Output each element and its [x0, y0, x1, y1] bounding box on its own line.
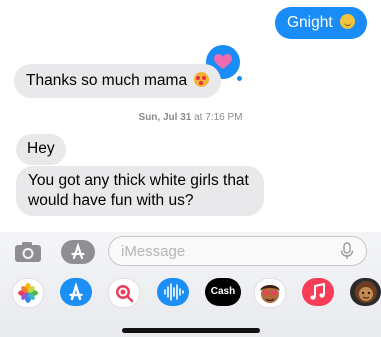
face-blowing-kiss-emoji-icon [194, 72, 210, 87]
message-timestamp: Sun, Jul 31 at 7:16 PM [0, 112, 381, 123]
message-bubble-incoming[interactable]: You got any thick white girls that would… [16, 166, 264, 216]
message-text: Thanks so much mama [26, 72, 188, 89]
message-bubble-incoming[interactable]: Hey [16, 134, 66, 165]
memoji-sticker-icon[interactable] [350, 278, 381, 306]
timestamp-time: at 7:16 PM [194, 112, 243, 123]
camera-icon[interactable] [12, 240, 44, 264]
home-indicator[interactable] [122, 328, 260, 333]
cash-text: Cash [210, 286, 236, 297]
apple-cash-icon[interactable]: Cash [205, 278, 241, 306]
message-input[interactable]: iMessage [108, 236, 367, 266]
image-search-icon[interactable] [108, 278, 140, 308]
app-store-icon[interactable] [60, 239, 96, 265]
microphone-icon[interactable] [340, 242, 354, 260]
timestamp-date: Sun, Jul 31 [138, 112, 192, 123]
memoji-icon[interactable] [254, 278, 286, 308]
message-thread: Gnight Thanks so much mama Sun, Jul 31 a… [0, 0, 381, 232]
message-input-placeholder: iMessage [121, 243, 186, 260]
message-text: Hey [27, 140, 55, 157]
music-note-icon[interactable] [302, 278, 334, 306]
message-bubble-incoming[interactable]: Thanks so much mama [14, 64, 222, 98]
photos-icon[interactable] [12, 278, 44, 308]
message-text: Gnight [287, 14, 333, 31]
app-store-icon[interactable] [60, 278, 92, 306]
message-bubble-outgoing[interactable]: Gnight [275, 7, 367, 39]
smiling-face-emoji-icon [339, 14, 355, 29]
app-drawer: Cash [0, 272, 381, 312]
message-text: You got any thick white girls that would… [28, 172, 249, 209]
waveform-icon[interactable] [157, 278, 189, 306]
cash-label: Cash [205, 278, 241, 306]
